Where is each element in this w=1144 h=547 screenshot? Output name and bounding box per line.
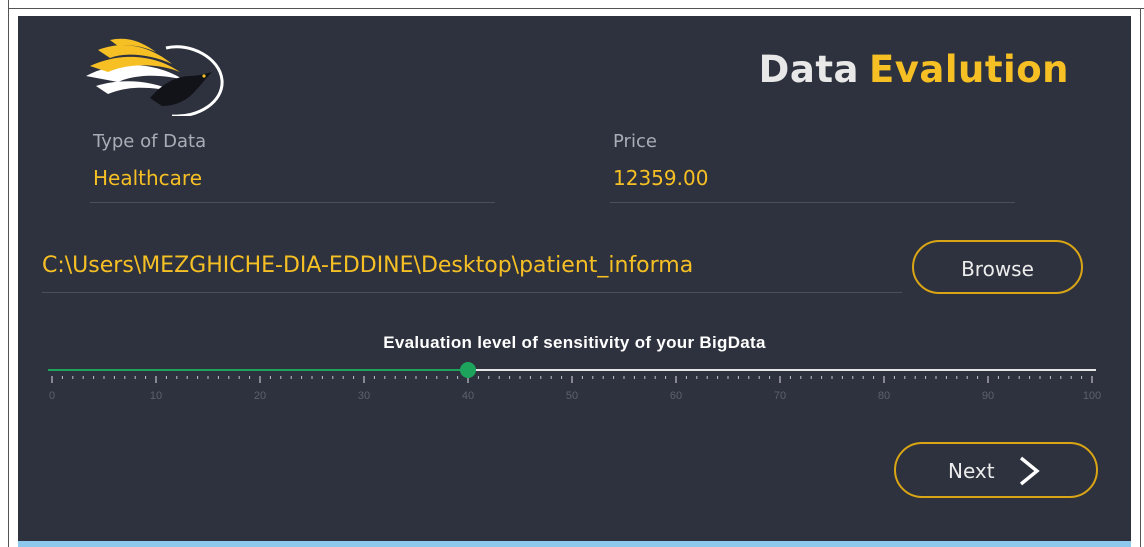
slider-tick-label: 60 [670,390,682,402]
slider-tick-label: 40 [462,390,474,402]
slider-handle[interactable] [460,362,476,378]
slider-tick-label: 0 [49,390,55,402]
slider-tick-label: 100 [1083,390,1101,402]
window-frame-right [1140,8,1141,547]
price-field: Price 12359.00 [610,131,1015,203]
chevron-right-icon [1019,456,1040,486]
bird-logo-icon [86,38,224,116]
slider-tick-label: 20 [254,390,266,402]
slider-tick-label: 30 [358,390,370,402]
type-of-data-value: Healthcare [93,166,203,190]
bottom-edge-strip [18,541,1131,547]
next-button-label: Next [948,459,995,483]
file-path-input[interactable]: C:\Users\MEZGHICHE-DIA-EDDINE\Desktop\pa… [42,241,902,293]
browse-button-label: Browse [961,257,1034,281]
type-of-data-field: Type of Data Healthcare [90,131,495,203]
slider-tick-label: 80 [878,390,890,402]
window-frame-left [8,0,9,547]
title-word-data: Data [758,48,859,91]
slider-tick-label: 10 [150,390,162,402]
page-title: Data Evalution [759,48,1069,91]
slider-tick-label: 50 [566,390,578,402]
next-button[interactable]: Next [894,442,1098,498]
data-evaluation-window: Data Evalution Type of Data Healthcare Pr… [18,16,1131,541]
price-value: 12359.00 [613,166,709,190]
title-word-evalution: Evalution [868,48,1069,91]
slider-tick-label: 90 [982,390,994,402]
price-label: Price [613,131,657,152]
slider-tick-label: 70 [774,390,786,402]
slider-title: Evaluation level of sensitivity of your … [383,333,766,352]
browse-button[interactable]: Browse [912,240,1083,294]
window-frame-top [8,8,1144,9]
sensitivity-slider[interactable]: 0 10 20 30 40 50 60 70 80 90 100 [18,356,1131,416]
type-of-data-label: Type of Data [93,131,207,152]
